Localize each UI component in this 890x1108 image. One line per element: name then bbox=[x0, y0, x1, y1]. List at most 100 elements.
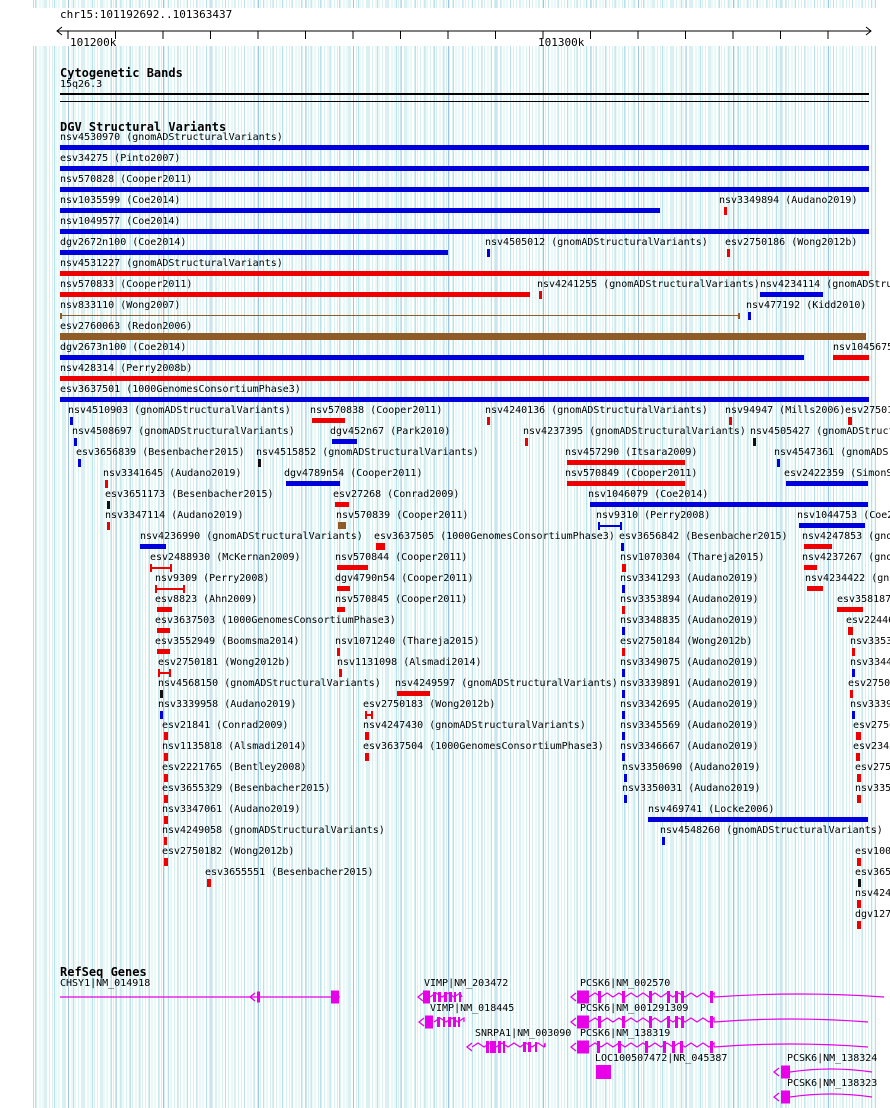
variant-label[interactable]: esv27502 bbox=[848, 679, 890, 689]
gene-intron-line[interactable] bbox=[713, 1043, 869, 1048]
gene-exon[interactable] bbox=[490, 1041, 496, 1053]
variant-feature[interactable] bbox=[164, 753, 168, 761]
gene-exon[interactable] bbox=[453, 1017, 456, 1027]
variant-label[interactable]: nsv4510903 (gnomADStructuralVariants) bbox=[68, 406, 291, 416]
gene-exon[interactable] bbox=[523, 1042, 526, 1052]
gene-exon[interactable] bbox=[444, 992, 447, 1002]
variant-label[interactable]: nsv570849 (Cooper2011) bbox=[565, 469, 697, 479]
variant-label[interactable]: nsv570828 (Cooper2011) bbox=[60, 175, 192, 185]
variant-feature[interactable] bbox=[60, 397, 869, 402]
variant-feature[interactable] bbox=[777, 459, 780, 467]
variant-label[interactable]: nsv4530970 (gnomADStructuralVariants) bbox=[60, 133, 283, 143]
gene-exon[interactable] bbox=[663, 1041, 666, 1053]
variant-feature[interactable] bbox=[150, 564, 172, 572]
variant-feature[interactable] bbox=[157, 607, 172, 612]
variant-feature[interactable] bbox=[155, 585, 185, 593]
variant-label[interactable]: nsv3347114 (Audano2019) bbox=[105, 511, 243, 521]
variant-label[interactable]: esv27501 bbox=[845, 406, 890, 416]
gene-exon[interactable] bbox=[448, 1017, 451, 1027]
variant-label[interactable]: nsv4249058 (gnomADStructuralVariants) bbox=[162, 826, 385, 836]
gene-exon[interactable] bbox=[681, 991, 684, 1003]
gene-exon[interactable] bbox=[598, 991, 601, 1003]
gene-exon[interactable] bbox=[438, 992, 441, 1002]
variant-label[interactable]: nsv9309 (Perry2008) bbox=[155, 574, 269, 584]
variant-label[interactable]: esv3637501 (1000GenomesConsortiumPhase3) bbox=[60, 385, 301, 395]
variant-feature[interactable] bbox=[857, 900, 861, 908]
variant-label[interactable]: nsv3349075 (Audano2019) bbox=[620, 658, 758, 668]
variant-label[interactable]: esv3637504 (1000GenomesConsortiumPhase3) bbox=[363, 742, 604, 752]
gene-exon[interactable] bbox=[622, 991, 625, 1003]
variant-feature[interactable] bbox=[60, 250, 448, 255]
variant-label[interactable]: nsv4237267 (gnom bbox=[802, 553, 890, 563]
variant-label[interactable]: esv2750181 (Wong2012b) bbox=[158, 658, 290, 668]
variant-label[interactable]: nsv1046079 (Coe2014) bbox=[588, 490, 708, 500]
variant-label[interactable]: nsv3349894 (Audano2019) bbox=[719, 196, 857, 206]
variant-feature[interactable] bbox=[852, 648, 855, 656]
variant-feature[interactable] bbox=[105, 480, 108, 488]
variant-feature[interactable] bbox=[804, 544, 832, 549]
variant-feature[interactable] bbox=[487, 249, 490, 257]
variant-feature[interactable] bbox=[78, 459, 81, 467]
variant-label[interactable]: nsv33447 bbox=[850, 658, 890, 668]
variant-label[interactable]: nsv3346667 (Audano2019) bbox=[620, 742, 758, 752]
gene-label[interactable]: VIMP|NM_203472 bbox=[424, 979, 508, 989]
variant-label[interactable]: esv2750182 (Wong2012b) bbox=[162, 847, 294, 857]
variant-label[interactable]: esv3637503 (1000GenomesConsortiumPhase3) bbox=[155, 616, 396, 626]
gene-label[interactable]: PCSK6|NM_138319 bbox=[580, 1029, 670, 1039]
variant-label[interactable]: nsv570839 (Cooper2011) bbox=[336, 511, 468, 521]
variant-feature[interactable] bbox=[753, 438, 756, 446]
variant-label[interactable]: nsv3339891 (Audano2019) bbox=[620, 679, 758, 689]
gene-exon[interactable] bbox=[437, 1017, 440, 1027]
variant-label[interactable]: dgv4789n54 (Cooper2011) bbox=[284, 469, 422, 479]
variant-label[interactable]: esv3651173 (Besenbacher2015) bbox=[105, 490, 274, 500]
variant-label[interactable]: nsv428314 (Perry2008b) bbox=[60, 364, 192, 374]
variant-label[interactable]: esv2488930 (McKernan2009) bbox=[150, 553, 301, 563]
variant-label[interactable]: esv1007 bbox=[855, 847, 890, 857]
variant-feature[interactable] bbox=[164, 858, 168, 866]
variant-label[interactable]: nsv1035599 (Coe2014) bbox=[60, 196, 180, 206]
variant-label[interactable]: nsv4236990 (gnomADStructuralVariants) bbox=[140, 532, 363, 542]
variant-label[interactable]: esv2750183 (Wong2012b) bbox=[363, 700, 495, 710]
variant-feature[interactable] bbox=[60, 355, 804, 360]
variant-label[interactable]: esv2343 bbox=[853, 742, 890, 752]
gene-label[interactable]: PCSK6|NM_001291309 bbox=[580, 1004, 688, 1014]
variant-label[interactable]: esv3637505 (1000GenomesConsortiumPhase3) bbox=[374, 532, 615, 542]
variant-label[interactable]: esv2750 bbox=[853, 721, 890, 731]
gene-label[interactable]: SNRPA1|NM_003090 bbox=[475, 1029, 571, 1039]
variant-label[interactable]: nsv570844 (Cooper2011) bbox=[335, 553, 467, 563]
gene-exon[interactable] bbox=[598, 1016, 601, 1028]
variant-label[interactable]: nsv3342695 (Audano2019) bbox=[620, 700, 758, 710]
variant-feature[interactable] bbox=[337, 565, 368, 570]
variant-feature[interactable] bbox=[164, 795, 168, 803]
gene-exon[interactable] bbox=[425, 1015, 433, 1029]
gene-label[interactable]: PCSK6|NM_138324 bbox=[787, 1054, 877, 1064]
variant-feature[interactable] bbox=[786, 481, 868, 486]
variant-feature[interactable] bbox=[598, 522, 622, 530]
variant-feature[interactable] bbox=[207, 879, 211, 887]
gene-exon[interactable] bbox=[622, 1016, 625, 1028]
variant-label[interactable]: dgv2672n100 (Coe2014) bbox=[60, 238, 186, 248]
variant-feature[interactable] bbox=[60, 292, 530, 297]
variant-label[interactable]: esv3656839 (Besenbacher2015) bbox=[76, 448, 245, 458]
variant-feature[interactable] bbox=[60, 145, 869, 150]
variant-label[interactable]: nsv33394 bbox=[850, 700, 890, 710]
gene-exon[interactable] bbox=[649, 991, 652, 1003]
variant-feature[interactable] bbox=[337, 607, 345, 612]
gene-intron-line[interactable] bbox=[789, 1068, 873, 1073]
variant-label[interactable]: nsv1049577 (Coe2014) bbox=[60, 217, 180, 227]
gene-label[interactable]: LOC100507472|NR_045387 bbox=[595, 1054, 727, 1064]
variant-label[interactable]: esv8823 (Ahn2009) bbox=[155, 595, 257, 605]
variant-feature[interactable] bbox=[852, 711, 855, 719]
variant-feature[interactable] bbox=[338, 522, 346, 529]
variant-label[interactable]: esv358187 bbox=[837, 595, 890, 605]
variant-feature[interactable] bbox=[258, 459, 261, 467]
variant-feature[interactable] bbox=[312, 418, 345, 423]
variant-label[interactable]: esv22446 bbox=[846, 616, 890, 626]
variant-feature[interactable] bbox=[624, 795, 627, 803]
gene-exon[interactable] bbox=[528, 1042, 531, 1052]
variant-feature[interactable] bbox=[857, 858, 861, 866]
variant-feature[interactable] bbox=[622, 606, 625, 614]
variant-feature[interactable] bbox=[60, 208, 660, 213]
variant-label[interactable]: nsv9310 (Perry2008) bbox=[596, 511, 710, 521]
variant-feature[interactable] bbox=[622, 732, 625, 740]
